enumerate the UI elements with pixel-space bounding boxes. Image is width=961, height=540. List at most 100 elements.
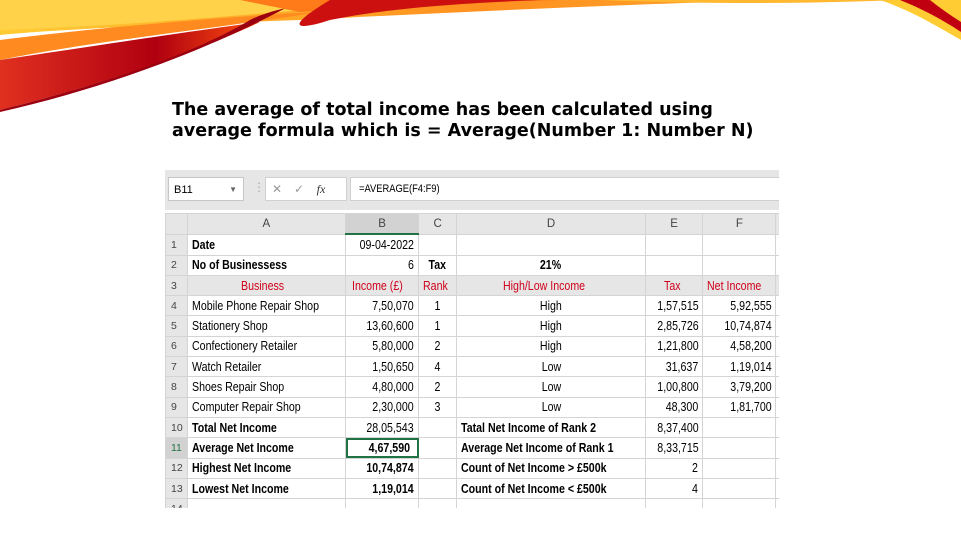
cell-e6[interactable]: 1,21,800 (644, 335, 704, 358)
cell-g13[interactable] (775, 477, 779, 500)
cell-d13[interactable]: Count of Net Income < £500k (456, 477, 646, 500)
cell-d1[interactable] (456, 233, 646, 256)
cell-f8[interactable]: 3,79,200 (702, 376, 777, 398)
cell-a4[interactable]: Mobile Phone Repair Shop (186, 295, 347, 317)
enter-icon[interactable]: ✓ (288, 178, 310, 200)
cell-g9[interactable] (775, 396, 779, 418)
cell-f1[interactable] (702, 233, 777, 256)
cell-a8[interactable]: Shoes Repair Shop (186, 376, 347, 398)
cell-d9[interactable]: Low (456, 396, 646, 418)
cell-a10[interactable]: Total Net Income (186, 416, 347, 439)
cell-f6[interactable]: 4,58,200 (702, 335, 777, 358)
cell-b10[interactable]: 28,05,543 (345, 416, 420, 439)
cell-b1[interactable]: 09-04-2022 (345, 233, 420, 256)
cell-e12[interactable]: 2 (644, 457, 704, 479)
cell-g6[interactable] (775, 335, 779, 358)
row-header[interactable]: 1 (165, 233, 188, 256)
cell-e11[interactable]: 8,33,715 (644, 437, 704, 459)
cell-f2[interactable] (702, 254, 777, 276)
cell-e5[interactable]: 2,85,726 (644, 315, 704, 337)
cell-g11[interactable] (775, 437, 779, 459)
cell-d12[interactable]: Count of Net Income > £500k (456, 457, 646, 479)
cell-b13[interactable]: 1,19,014 (345, 477, 420, 500)
row-header[interactable]: 5 (165, 315, 188, 337)
cell-c3[interactable]: Rank (418, 274, 458, 297)
cell-c7[interactable]: 4 (418, 356, 458, 378)
cell-a2[interactable]: No of Businessess (186, 254, 347, 276)
cell-g12[interactable] (775, 457, 779, 479)
cell-b7[interactable]: 1,50,650 (345, 356, 420, 378)
select-all-corner[interactable] (165, 213, 188, 235)
row-header[interactable]: 3 (165, 274, 188, 297)
cell-f14[interactable] (702, 498, 777, 508)
cell-f7[interactable]: 1,19,014 (702, 356, 777, 378)
row-header[interactable]: 7 (165, 356, 188, 378)
cell-d11[interactable]: Average Net Income of Rank 1 (456, 437, 646, 459)
cell-c5[interactable]: 1 (418, 315, 458, 337)
cell-f13[interactable] (702, 477, 777, 500)
cell-c9[interactable]: 3 (418, 396, 458, 418)
cell-b4[interactable]: 7,50,070 (345, 295, 420, 317)
cell-g3[interactable] (775, 274, 779, 297)
cell-a3[interactable]: Business (186, 274, 347, 297)
cell-f3[interactable]: Net Income (702, 274, 777, 297)
cell-a5[interactable]: Stationery Shop (186, 315, 347, 337)
cell-a13[interactable]: Lowest Net Income (186, 477, 347, 500)
cell-g14[interactable] (775, 498, 779, 508)
row-header[interactable]: 12 (165, 457, 188, 479)
cell-d5[interactable]: High (456, 315, 646, 337)
cell-c4[interactable]: 1 (418, 295, 458, 317)
cell-d4[interactable]: High (456, 295, 646, 317)
chevron-down-icon[interactable]: ▼ (229, 178, 237, 202)
cell-c13[interactable] (418, 477, 458, 500)
cell-c8[interactable]: 2 (418, 376, 458, 398)
cell-c11[interactable] (418, 437, 458, 459)
column-header-g[interactable] (775, 213, 779, 235)
cell-d8[interactable]: Low (456, 376, 646, 398)
cell-c14[interactable] (418, 498, 458, 508)
cell-b3[interactable]: Income (£) (345, 274, 420, 297)
column-header-a[interactable]: A (186, 213, 347, 235)
cell-c6[interactable]: 2 (418, 335, 458, 358)
cell-b9[interactable]: 2,30,000 (345, 396, 420, 418)
cell-d14[interactable] (456, 498, 646, 508)
cell-b6[interactable]: 5,80,000 (345, 335, 420, 358)
cell-f10[interactable] (702, 416, 777, 439)
cell-c12[interactable] (418, 457, 458, 479)
cell-a12[interactable]: Highest Net Income (186, 457, 347, 479)
cell-e4[interactable]: 1,57,515 (644, 295, 704, 317)
cell-a14[interactable] (186, 498, 347, 508)
row-header[interactable]: 11 (165, 437, 188, 459)
cell-g7[interactable] (775, 356, 779, 378)
cell-d2[interactable]: 21% (456, 254, 646, 276)
cell-b12[interactable]: 10,74,874 (345, 457, 420, 479)
row-header[interactable]: 4 (165, 295, 188, 317)
name-box[interactable]: B11 ▼ (168, 177, 244, 201)
cell-c1[interactable] (418, 233, 458, 256)
column-header-f[interactable]: F (702, 213, 777, 235)
cell-e7[interactable]: 31,637 (644, 356, 704, 378)
cell-f12[interactable] (702, 457, 777, 479)
cell-g4[interactable] (775, 295, 779, 317)
row-header[interactable]: 9 (165, 396, 188, 418)
cell-g8[interactable] (775, 376, 779, 398)
cell-f11[interactable] (702, 437, 777, 459)
cell-c10[interactable] (418, 416, 458, 439)
cell-a9[interactable]: Computer Repair Shop (186, 396, 347, 418)
cell-a11[interactable]: Average Net Income (186, 437, 347, 459)
row-header[interactable]: 14 (165, 498, 188, 508)
cell-d6[interactable]: High (456, 335, 646, 358)
cell-a7[interactable]: Watch Retailer (186, 356, 347, 378)
row-header[interactable]: 6 (165, 335, 188, 358)
cell-g10[interactable] (775, 416, 779, 439)
row-header[interactable]: 8 (165, 376, 188, 398)
cell-b5[interactable]: 13,60,600 (345, 315, 420, 337)
cell-d3[interactable]: High/Low Income (456, 274, 646, 297)
cell-e10[interactable]: 8,37,400 (644, 416, 704, 439)
cell-d7[interactable]: Low (456, 356, 646, 378)
row-header[interactable]: 10 (165, 416, 188, 439)
cell-d10[interactable]: Tatal Net Income of Rank 2 (456, 416, 646, 439)
cell-b8[interactable]: 4,80,000 (345, 376, 420, 398)
cell-e13[interactable]: 4 (644, 477, 704, 500)
cell-b14[interactable] (345, 498, 420, 508)
